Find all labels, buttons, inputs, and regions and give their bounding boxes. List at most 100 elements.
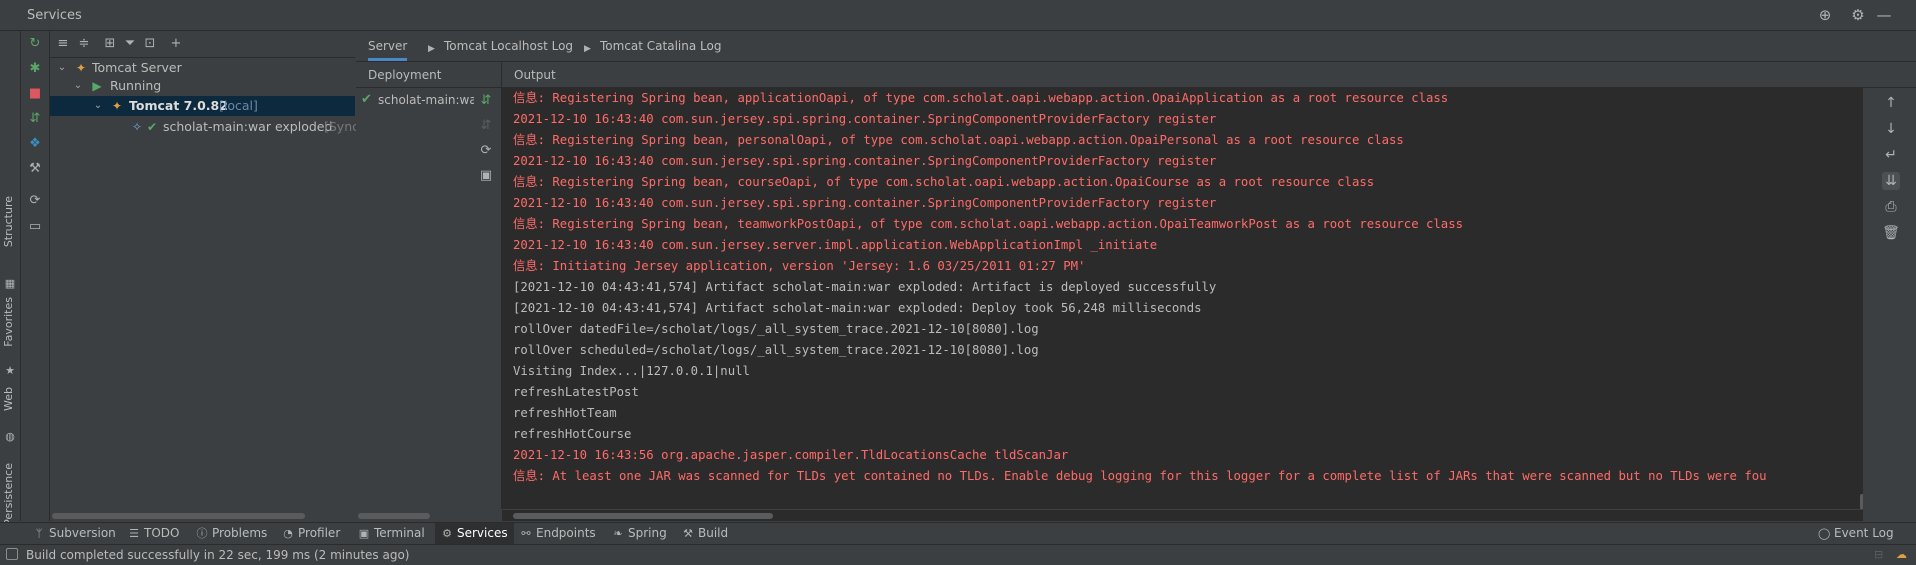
tree-node-artifact[interactable]: ✧ ✔ scholat-main:war exploded [Sync bbox=[50, 117, 359, 137]
group-by-icon[interactable]: ⊞ bbox=[102, 36, 118, 52]
refresh-deployment-icon[interactable]: ⟳ bbox=[478, 143, 494, 159]
check-icon: ✔ bbox=[146, 120, 158, 134]
console-line: 信息: Registering Spring bean, personalOap… bbox=[513, 133, 1404, 147]
tool-window-bar: ᛘ Subversion ☰ TODO ⓘ Problems ◔ Profiler ▣ T… bbox=[0, 522, 1916, 544]
console-line: rollOver scheduled=/scholat/logs/_all_sy… bbox=[513, 343, 1039, 357]
web-label: Web bbox=[2, 387, 15, 411]
trash-icon[interactable]: 🗑 bbox=[1882, 224, 1900, 242]
chevron-down-icon[interactable]: ⌄ bbox=[56, 58, 68, 78]
info-icon: ⓘ bbox=[196, 527, 208, 540]
tool-spring[interactable]: ❧ Spring bbox=[606, 523, 673, 544]
tool-problems[interactable]: ⓘ Problems bbox=[190, 523, 273, 544]
console-line: 信息: Registering Spring bean, courseOapi,… bbox=[513, 175, 1375, 189]
tool-label: Spring bbox=[628, 526, 667, 540]
print-icon[interactable]: ⎙ bbox=[1882, 198, 1900, 216]
deployment-scrollbar[interactable] bbox=[356, 510, 501, 520]
deploy-update-icon[interactable]: ⇵ bbox=[478, 93, 494, 109]
tab-label: Server bbox=[368, 39, 408, 53]
undeploy-icon: ⇵ bbox=[480, 118, 492, 133]
new-service-icon[interactable]: ⊡ bbox=[142, 36, 158, 52]
tree-node-tomcat-server[interactable]: ⌄ ✦ Tomcat Server bbox=[50, 58, 355, 78]
tool-label: Event Log bbox=[1834, 526, 1894, 540]
collapse-all-icon[interactable]: ≑ bbox=[76, 36, 92, 52]
scroll-to-end-icon[interactable]: ⇊ bbox=[1882, 172, 1900, 190]
structure-label: Structure bbox=[2, 196, 15, 248]
scroll-thumb[interactable] bbox=[52, 513, 305, 519]
tab-tomcat-localhost-log[interactable]: ▶ Tomcat Localhost Log bbox=[428, 31, 573, 61]
endpoints-icon: ⚯ bbox=[521, 527, 531, 540]
tree-node-label: Running bbox=[110, 78, 162, 93]
deploy-icon[interactable]: ❖ bbox=[27, 136, 43, 152]
tool-event-log[interactable]: ◯ Event Log bbox=[1812, 523, 1900, 544]
stop-icon[interactable]: ■ bbox=[27, 86, 43, 102]
tool-build[interactable]: ⚒ Build bbox=[676, 523, 734, 544]
tool-label: Problems bbox=[212, 526, 268, 540]
wrench-icon[interactable]: ⚒ bbox=[27, 161, 43, 177]
tool-label: Build bbox=[698, 526, 729, 540]
minimize-icon[interactable]: — bbox=[1875, 6, 1893, 24]
refresh-icon[interactable]: ⟳ bbox=[27, 193, 43, 209]
debug-icon[interactable]: ✱ bbox=[27, 61, 43, 77]
output-console[interactable]: 信息: Registering Spring bean, application… bbox=[502, 88, 1863, 509]
console-line: 2021-12-10 16:43:40 com.sun.jersey.serve… bbox=[513, 238, 1158, 252]
tree-node-tomcat-instance[interactable]: ⌄ ✦ Tomcat 7.0.82 [local] bbox=[50, 96, 355, 116]
chevron-down-icon[interactable]: ⌄ bbox=[72, 76, 84, 96]
tool-profiler[interactable]: ◔ Profiler bbox=[276, 523, 346, 544]
toggle-tool-windows-icon[interactable] bbox=[6, 548, 18, 560]
tool-todo[interactable]: ☰ TODO bbox=[122, 523, 185, 544]
scroll-thumb[interactable] bbox=[358, 513, 430, 519]
console-lines: 信息: Registering Spring bean, application… bbox=[513, 88, 1767, 487]
console-line: 信息: Registering Spring bean, teamworkPos… bbox=[513, 217, 1464, 231]
crosshair-icon[interactable]: ⊕ bbox=[1816, 6, 1834, 24]
soft-wrap-icon[interactable]: ↵ bbox=[1882, 146, 1900, 164]
deployment-title: Deployment bbox=[368, 68, 442, 82]
arrow-down-icon[interactable]: ↓ bbox=[1882, 120, 1900, 138]
tomcat-running-icon: ✦ bbox=[111, 99, 123, 113]
add-icon[interactable]: + bbox=[168, 36, 184, 52]
console-action-bar: ↑ ↓ ↵ ⇊ ⎙ 🗑 bbox=[1864, 88, 1916, 521]
gear-icon[interactable]: ⚙ bbox=[1849, 6, 1867, 24]
open-browser-icon[interactable]: ▣ bbox=[478, 168, 494, 184]
tool-terminal[interactable]: ▣ Terminal bbox=[352, 523, 431, 544]
console-line: 2021-12-10 16:43:56 org.apache.jasper.co… bbox=[513, 448, 1069, 462]
artifact-status: [Sync bbox=[324, 119, 360, 134]
update-running-app-icon[interactable]: ⇵ bbox=[27, 111, 43, 127]
artifact-icon: ✧ bbox=[131, 120, 143, 134]
star-icon: ★ bbox=[5, 364, 15, 377]
console-line: refreshHotCourse bbox=[513, 427, 632, 441]
tool-services[interactable]: ⚙ Services bbox=[435, 523, 514, 544]
tool-subversion[interactable]: ᛘ Subversion bbox=[27, 523, 122, 544]
services-tree: ⌄ ✦ Tomcat Server ⌄ ▶ Running ⌄ ✦ Tomcat… bbox=[50, 58, 359, 509]
console-horizontal-scrollbar[interactable] bbox=[502, 510, 1863, 521]
profiler-icon: ◔ bbox=[283, 527, 293, 540]
scroll-thumb[interactable] bbox=[513, 513, 773, 519]
status-bar: Build completed successfully in 22 sec, … bbox=[0, 544, 1916, 565]
structure-tab[interactable]: ▦ Structure bbox=[0, 196, 20, 298]
check-icon: ✔ bbox=[361, 92, 372, 107]
rerun-icon[interactable]: ↻ bbox=[27, 36, 43, 52]
console-line: 2021-12-10 16:43:40 com.sun.jersey.spi.s… bbox=[513, 196, 1217, 210]
arrow-up-icon[interactable]: ↑ bbox=[1882, 94, 1900, 112]
tree-horizontal-scrollbar[interactable] bbox=[50, 510, 355, 520]
deployment-item[interactable]: ✔ scholat-main:wa bbox=[356, 90, 474, 110]
favorites-tab[interactable]: ★ Favorites bbox=[0, 293, 20, 383]
tab-server[interactable]: Server bbox=[368, 31, 408, 61]
tomcat-instance-name: Tomcat 7.0.82 bbox=[129, 98, 228, 113]
chevron-down-icon[interactable]: ⌄ bbox=[92, 96, 104, 116]
log-icon: ▶ bbox=[428, 44, 435, 54]
expand-all-icon[interactable]: ≡ bbox=[55, 36, 71, 52]
tab-label: Tomcat Localhost Log bbox=[444, 39, 574, 53]
services-icon: ⚙ bbox=[442, 527, 452, 540]
notifications-icon[interactable]: ☁ bbox=[1896, 548, 1907, 561]
status-message: Build completed successfully in 22 sec, … bbox=[26, 548, 410, 562]
console-vertical-scroll-thumb[interactable] bbox=[1860, 494, 1863, 509]
filter-icon[interactable]: ⏷ bbox=[122, 36, 138, 52]
console-line: [2021-12-10 04:43:41,574] Artifact schol… bbox=[513, 301, 1202, 315]
tool-endpoints[interactable]: ⚯ Endpoints bbox=[514, 523, 602, 544]
layout-icon[interactable]: ▭ bbox=[27, 219, 43, 235]
console-line: 信息: Registering Spring bean, application… bbox=[513, 91, 1449, 105]
service-tab-bar: Server ▶ Tomcat Localhost Log ▶ Tomcat Cat… bbox=[356, 31, 1916, 62]
tab-tomcat-catalina-log[interactable]: ▶ Tomcat Catalina Log bbox=[584, 31, 721, 61]
services-title-bar: Services ⊕ ⚙ — bbox=[0, 0, 1916, 31]
tree-node-running[interactable]: ⌄ ▶ Running bbox=[50, 76, 355, 96]
